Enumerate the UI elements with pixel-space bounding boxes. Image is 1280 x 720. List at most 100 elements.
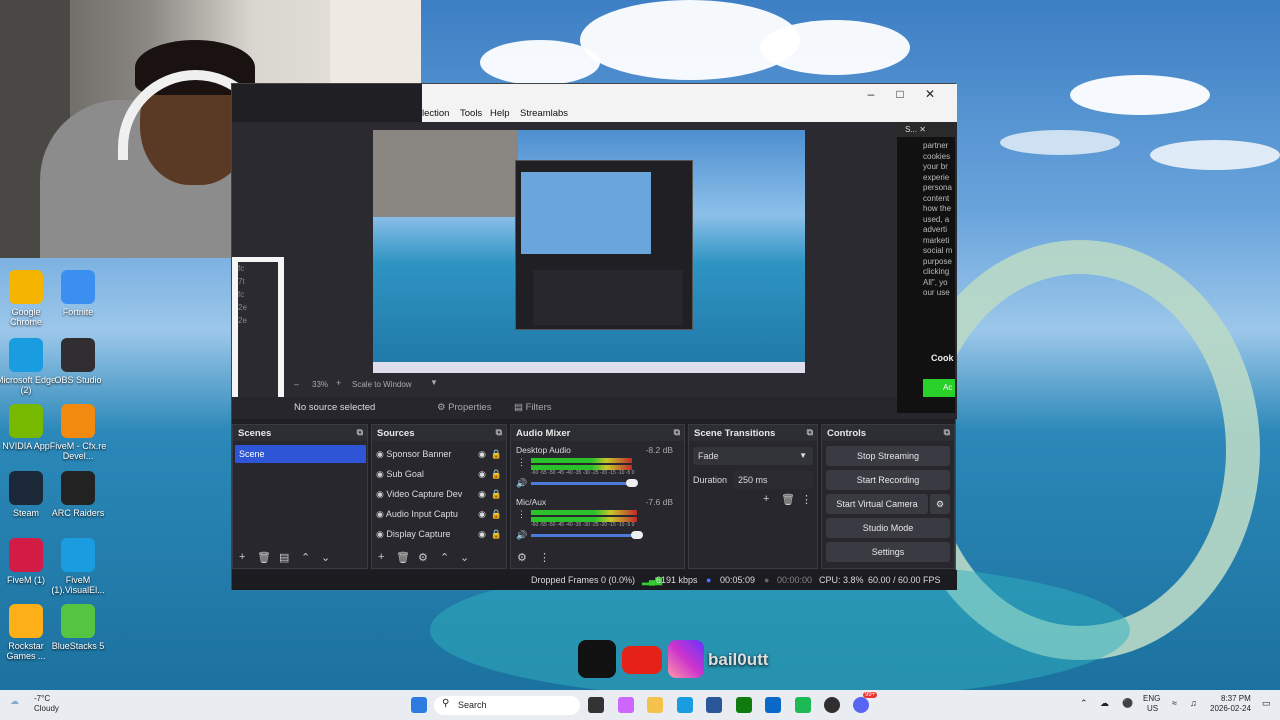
- app-icon[interactable]: [795, 697, 811, 713]
- eye-icon[interactable]: ◉: [478, 465, 486, 483]
- source-item[interactable]: ◉ Audio Input Captu ◉ 🔒: [376, 505, 504, 523]
- app-icon[interactable]: [765, 697, 781, 713]
- left-panel-text: 7t: [238, 277, 245, 286]
- filter-icon[interactable]: ▤: [279, 551, 289, 564]
- zoom-in-icon[interactable]: +: [336, 378, 341, 388]
- source-item[interactable]: ◉ Sub Goal ◉ 🔒: [376, 465, 504, 483]
- desktop-icon[interactable]: BlueStacks 5: [47, 604, 109, 651]
- add-icon[interactable]: +: [763, 493, 769, 505]
- menu-item-tools[interactable]: Tools: [460, 108, 482, 119]
- chevron-down-icon[interactable]: ▼: [430, 378, 438, 387]
- maximize-icon[interactable]: □: [886, 87, 914, 103]
- down-icon[interactable]: ⌄: [460, 551, 469, 564]
- down-icon[interactable]: ⌄: [321, 551, 330, 564]
- lock-icon[interactable]: 🔒: [491, 445, 502, 463]
- stop-streaming-button[interactable]: Stop Streaming: [826, 446, 950, 466]
- lang-primary[interactable]: ENG: [1143, 694, 1160, 703]
- up-icon[interactable]: ⌃: [301, 551, 310, 564]
- source-item[interactable]: ◉ Video Capture Dev ◉ 🔒: [376, 485, 504, 503]
- notification-icon[interactable]: ▭: [1262, 698, 1271, 709]
- mixer-settings-icon[interactable]: ⚙: [517, 551, 527, 564]
- discord-icon[interactable]: [853, 697, 869, 713]
- more-icon[interactable]: ⋮: [801, 493, 812, 506]
- more-icon[interactable]: ⋮: [539, 551, 550, 564]
- lock-icon[interactable]: 🔒: [491, 465, 502, 483]
- desktop-icon[interactable]: FiveM - Cfx.re Devel...: [47, 404, 109, 461]
- taskbar-search[interactable]: Search: [434, 696, 580, 715]
- source-item[interactable]: ◉ Sponsor Banner ◉ 🔒: [376, 445, 504, 463]
- speaker-icon[interactable]: 🔊: [516, 478, 527, 489]
- chrome-icon: [9, 270, 43, 304]
- studio-mode-button[interactable]: Studio Mode: [826, 518, 950, 538]
- menu-item[interactable]: lection: [422, 108, 449, 119]
- start-recording-button[interactable]: Start Recording: [826, 470, 950, 490]
- network-icon[interactable]: ☁: [1100, 698, 1109, 709]
- desktop-icon-label: ARC Raiders: [51, 508, 105, 518]
- duration-input[interactable]: 250 ms: [733, 471, 813, 489]
- source-item[interactable]: ◉ Display Capture ◉ 🔒: [376, 525, 504, 543]
- accept-button[interactable]: Ac: [923, 379, 955, 397]
- gear-icon[interactable]: ⚙: [930, 494, 950, 514]
- minimize-icon[interactable]: –: [857, 87, 885, 103]
- instagram-icon: [668, 640, 704, 678]
- scale-mode[interactable]: Scale to Window: [352, 380, 412, 389]
- volume-slider-handle[interactable]: [631, 531, 643, 539]
- trash-icon[interactable]: 🗑: [781, 493, 795, 506]
- desktop-icon[interactable]: OBS Studio: [47, 338, 109, 385]
- lock-icon[interactable]: 🔒: [491, 505, 502, 523]
- dock-icon[interactable]: ⧉: [357, 427, 363, 438]
- store-icon[interactable]: [706, 697, 722, 713]
- volume-slider-handle[interactable]: [626, 479, 638, 487]
- settings-button[interactable]: Settings: [826, 542, 950, 562]
- close-icon[interactable]: ✕: [916, 87, 944, 103]
- scene-item[interactable]: Scene: [235, 445, 366, 463]
- obs-icon[interactable]: [824, 697, 840, 713]
- menu-item-help[interactable]: Help: [490, 108, 510, 119]
- file-explorer-icon[interactable]: [647, 697, 663, 713]
- windows-start-icon[interactable]: [411, 697, 427, 713]
- dock-icon[interactable]: ⧉: [674, 427, 680, 438]
- start-virtual-camera-button[interactable]: Start Virtual Camera: [826, 494, 928, 514]
- copilot-icon[interactable]: [618, 697, 634, 713]
- wifi-icon[interactable]: ≈: [1172, 698, 1177, 708]
- lock-icon[interactable]: 🔒: [491, 525, 502, 543]
- volume-icon[interactable]: ♫: [1190, 698, 1197, 708]
- trash-icon[interactable]: 🗑: [257, 551, 271, 564]
- dock-icon[interactable]: ⧉: [807, 427, 813, 438]
- up-icon[interactable]: ⌃: [440, 551, 449, 564]
- gear-icon[interactable]: ⚙: [418, 551, 428, 564]
- trash-icon[interactable]: 🗑: [396, 551, 410, 564]
- eye-icon[interactable]: ◉: [478, 485, 486, 503]
- eye-icon[interactable]: ◉: [478, 525, 486, 543]
- add-icon[interactable]: +: [378, 551, 384, 563]
- add-icon[interactable]: +: [239, 551, 245, 563]
- desktop-icon[interactable]: ARC Raiders: [47, 471, 109, 518]
- edge-icon[interactable]: [677, 697, 693, 713]
- speaker-icon[interactable]: 🔊: [516, 530, 527, 541]
- transition-select[interactable]: Fade ▼: [693, 447, 813, 465]
- menu-item-streamlabs[interactable]: Streamlabs: [520, 108, 568, 119]
- lock-icon[interactable]: 🔒: [491, 485, 502, 503]
- desktop-icon[interactable]: FiveM (1).VisualEl...: [47, 538, 109, 595]
- chevron-up-icon[interactable]: ⌃: [1080, 698, 1088, 709]
- more-icon[interactable]: ⋮: [517, 509, 526, 520]
- eye-icon[interactable]: ◉: [478, 505, 486, 523]
- dock-icon[interactable]: ⧉: [944, 427, 950, 438]
- task-view-icon[interactable]: [588, 697, 604, 713]
- source-label: Video Capture Dev: [386, 489, 463, 499]
- obs-window: – □ ✕ lection Tools Help Streamlabs fc 7…: [231, 83, 957, 590]
- properties-button[interactable]: ⚙ Properties: [437, 402, 491, 413]
- dock-icon[interactable]: ⧉: [496, 427, 502, 438]
- preview-canvas[interactable]: [373, 130, 805, 373]
- mic-icon[interactable]: ⚫: [1122, 698, 1133, 709]
- desktop-icon[interactable]: Fortnite: [47, 270, 109, 317]
- more-icon[interactable]: ⋮: [517, 457, 526, 468]
- eye-icon[interactable]: ◉: [478, 445, 486, 463]
- xbox-icon[interactable]: [736, 697, 752, 713]
- close-icon[interactable]: ✕: [919, 125, 926, 134]
- meter-scale: -60 -55 -50 -45 -40 -35 -30 -25 -20 -15 …: [531, 522, 635, 528]
- channel-name: Desktop Audio: [516, 445, 571, 455]
- zoom-out-icon[interactable]: –: [294, 379, 299, 389]
- clock-time[interactable]: 8:37 PM: [1221, 694, 1251, 703]
- filters-button[interactable]: ▤ Filters: [514, 402, 552, 413]
